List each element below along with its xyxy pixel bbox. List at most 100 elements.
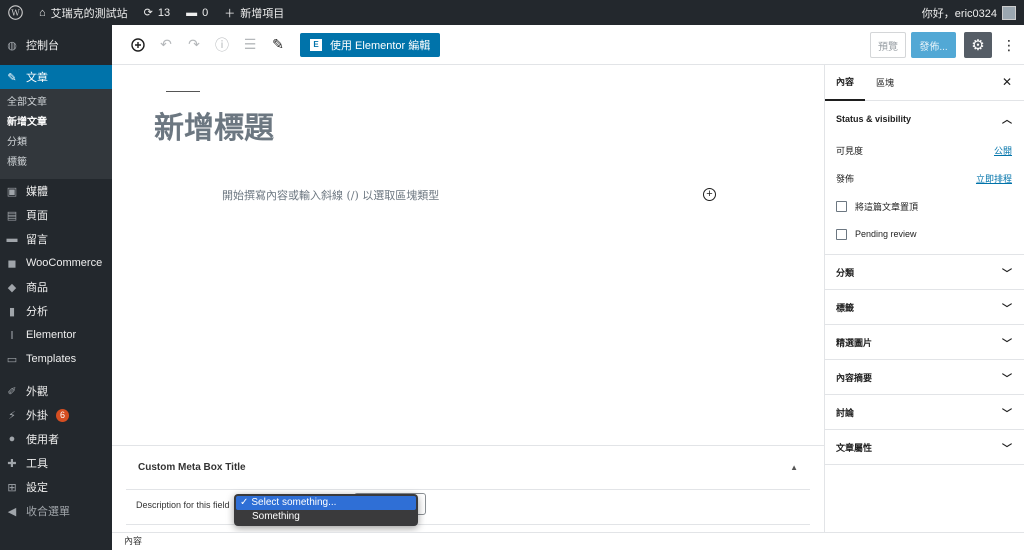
submenu-categories[interactable]: 分類 <box>0 133 112 153</box>
elementor-button-label: 使用 Elementor 編輯 <box>330 39 431 52</box>
tags-panel[interactable]: 標籤 ﹀ <box>825 290 1024 325</box>
sidebar-item-elementor[interactable]: Ⅰ Elementor <box>0 323 112 347</box>
status-panel-header[interactable]: Status & visibility ︿ <box>825 101 1024 136</box>
select-option-selected[interactable]: Select something... <box>236 496 416 510</box>
info-icon[interactable]: ⓘ <box>208 31 236 59</box>
post-attributes-panel[interactable]: 文章屬性 ﹀ <box>825 430 1024 465</box>
sidebar-item-products[interactable]: ◆ 商品 <box>0 275 112 299</box>
custom-meta-box: Custom Meta Box Title ▲ Description for … <box>112 445 824 532</box>
submenu-tags[interactable]: 標籤 <box>0 153 112 173</box>
wrench-icon: ✚ <box>7 457 17 470</box>
sticky-checkbox[interactable] <box>836 200 847 212</box>
sidebar-item-media[interactable]: ▣ 媒體 <box>0 179 112 203</box>
posts-submenu: 全部文章 新增文章 分類 標籤 <box>0 89 112 179</box>
more-options-icon[interactable]: ⋮ <box>1002 32 1016 58</box>
visibility-link[interactable]: 公開 <box>994 144 1012 157</box>
preview-button[interactable]: 預覽 <box>870 32 906 58</box>
inline-add-block-icon[interactable]: + <box>703 188 716 201</box>
meta-box-divider <box>126 524 810 525</box>
categories-panel[interactable]: 分類 ﹀ <box>825 255 1024 290</box>
select-dropdown-list: Select something... Something <box>234 494 418 526</box>
redo-icon[interactable]: ↷ <box>180 31 208 59</box>
tab-block[interactable]: 區塊 <box>865 65 905 101</box>
close-icon[interactable]: ✕ <box>1002 75 1012 89</box>
home-icon: ⌂ <box>39 6 46 19</box>
collapse-arrow-icon[interactable]: ▲ <box>790 463 798 472</box>
chevron-up-icon: ︿ <box>1002 115 1012 126</box>
sidebar-item-label: Elementor <box>26 329 77 341</box>
pending-row: Pending review <box>825 220 1024 248</box>
panel-title: 標籤 <box>836 302 855 313</box>
add-block-icon[interactable] <box>124 31 152 59</box>
editor-canvas: 新增標題 開始撰寫內容或輸入斜線 (/) 以選取區塊類型 + <box>112 65 824 445</box>
settings-icon: ⊞ <box>7 481 17 494</box>
sidebar-item-posts[interactable]: ✎ 文章 <box>0 65 112 89</box>
sidebar-item-label: 商品 <box>26 282 48 294</box>
breadcrumb-item[interactable]: 內容 <box>124 536 142 546</box>
comments-count: 0 <box>202 6 209 19</box>
comment-icon: ▬ <box>6 233 18 245</box>
sidebar-item-label: 頁面 <box>26 210 48 222</box>
page-icon: ▤ <box>6 209 18 222</box>
new-item-link[interactable]: ＋ 新增項目 <box>216 0 292 25</box>
woocommerce-icon: ◼ <box>7 257 17 270</box>
refresh-icon: ⟳ <box>143 7 153 19</box>
site-name-link[interactable]: ⌂ 艾瑞克的測試站 <box>31 0 136 25</box>
analytics-icon: ▮ <box>8 305 16 318</box>
excerpt-panel[interactable]: 內容摘要 ﹀ <box>825 360 1024 395</box>
sidebar-item-label: 工具 <box>26 458 48 470</box>
post-title-input[interactable]: 新增標題 <box>154 103 274 147</box>
sidebar-item-label: 留言 <box>26 234 48 246</box>
my-account-link[interactable]: 你好，eric0324 <box>914 0 1024 25</box>
admin-sidebar: ◍ 控制台 ✎ 文章 全部文章 新增文章 分類 標籤 ▣ 媒體 ▤ 頁面 ▬ 留… <box>0 25 112 550</box>
updates-link[interactable]: ⟳ 13 <box>136 0 178 25</box>
featured-image-panel[interactable]: 精選圖片 ﹀ <box>825 325 1024 360</box>
settings-gear-icon[interactable]: ⚙ <box>964 32 992 58</box>
meta-box-header[interactable]: Custom Meta Box Title ▲ <box>126 446 810 490</box>
sidebar-item-templates[interactable]: ▭ Templates <box>0 347 112 371</box>
settings-sidebar: 內容 區塊 ✕ Status & visibility ︿ 可見度 公開 發佈 … <box>824 65 1024 532</box>
edit-pencil-icon[interactable]: ✎ <box>264 31 292 59</box>
sidebar-item-pages[interactable]: ▤ 頁面 <box>0 203 112 227</box>
pending-review-checkbox[interactable] <box>836 228 847 240</box>
wordpress-logo-icon[interactable]: W <box>0 0 31 25</box>
sidebar-item-plugins[interactable]: ⚡ 外掛 6 <box>0 403 112 427</box>
undo-icon[interactable]: ↶ <box>152 31 180 59</box>
pending-review-label: Pending review <box>855 229 917 239</box>
sidebar-item-collapse[interactable]: ◀ 收合選單 <box>0 499 112 523</box>
svg-text:W: W <box>11 8 20 18</box>
sticky-row: 將這篇文章置頂 <box>825 192 1024 220</box>
edit-with-elementor-button[interactable]: E 使用 Elementor 編輯 <box>300 32 441 57</box>
plus-icon: ＋ <box>224 7 236 20</box>
sidebar-item-label: 文章 <box>26 72 48 84</box>
publish-button[interactable]: 發佈... <box>911 32 956 58</box>
sidebar-item-woocommerce[interactable]: ◼ WooCommerce <box>0 251 112 275</box>
submenu-all-posts[interactable]: 全部文章 <box>0 93 112 113</box>
list-view-icon[interactable]: ☰ <box>236 31 264 59</box>
sidebar-item-comments[interactable]: ▬ 留言 <box>0 227 112 251</box>
submenu-new-post[interactable]: 新增文章 <box>0 113 112 133</box>
publish-row: 發佈 立即排程 <box>825 164 1024 192</box>
new-item-label: 新增項目 <box>240 7 285 20</box>
discussion-panel[interactable]: 討論 ﹀ <box>825 395 1024 430</box>
user-icon: ● <box>8 433 16 445</box>
select-option[interactable]: Something <box>236 510 416 524</box>
site-name: 艾瑞克的測試站 <box>50 7 128 20</box>
sidebar-item-settings[interactable]: ⊞ 設定 <box>0 475 112 499</box>
panel-title: 文章屬性 <box>836 442 873 453</box>
tab-document[interactable]: 內容 <box>825 65 866 101</box>
sidebar-item-tools[interactable]: ✚ 工具 <box>0 451 112 475</box>
sidebar-item-analytics[interactable]: ▮ 分析 <box>0 299 112 323</box>
comments-link[interactable]: ▬ 0 <box>178 0 216 25</box>
elementor-icon: Ⅰ <box>10 329 14 342</box>
default-block-appender[interactable]: 開始撰寫內容或輸入斜線 (/) 以選取區塊類型 <box>222 187 439 203</box>
sidebar-item-users[interactable]: ● 使用者 <box>0 427 112 451</box>
sidebar-item-dashboard[interactable]: ◍ 控制台 <box>0 33 112 57</box>
chevron-down-icon: ﹀ <box>1002 373 1012 385</box>
sidebar-item-appearance[interactable]: ✐ 外觀 <box>0 379 112 403</box>
publish-schedule-link[interactable]: 立即排程 <box>976 172 1012 185</box>
publish-label: 發佈 <box>836 173 855 184</box>
visibility-row: 可見度 公開 <box>825 136 1024 164</box>
field-label: Description for this field <box>136 500 230 510</box>
admin-bar: W ⌂ 艾瑞克的測試站 ⟳ 13 ▬ 0 ＋ 新增項目 你好，eric0324 <box>0 0 1024 25</box>
